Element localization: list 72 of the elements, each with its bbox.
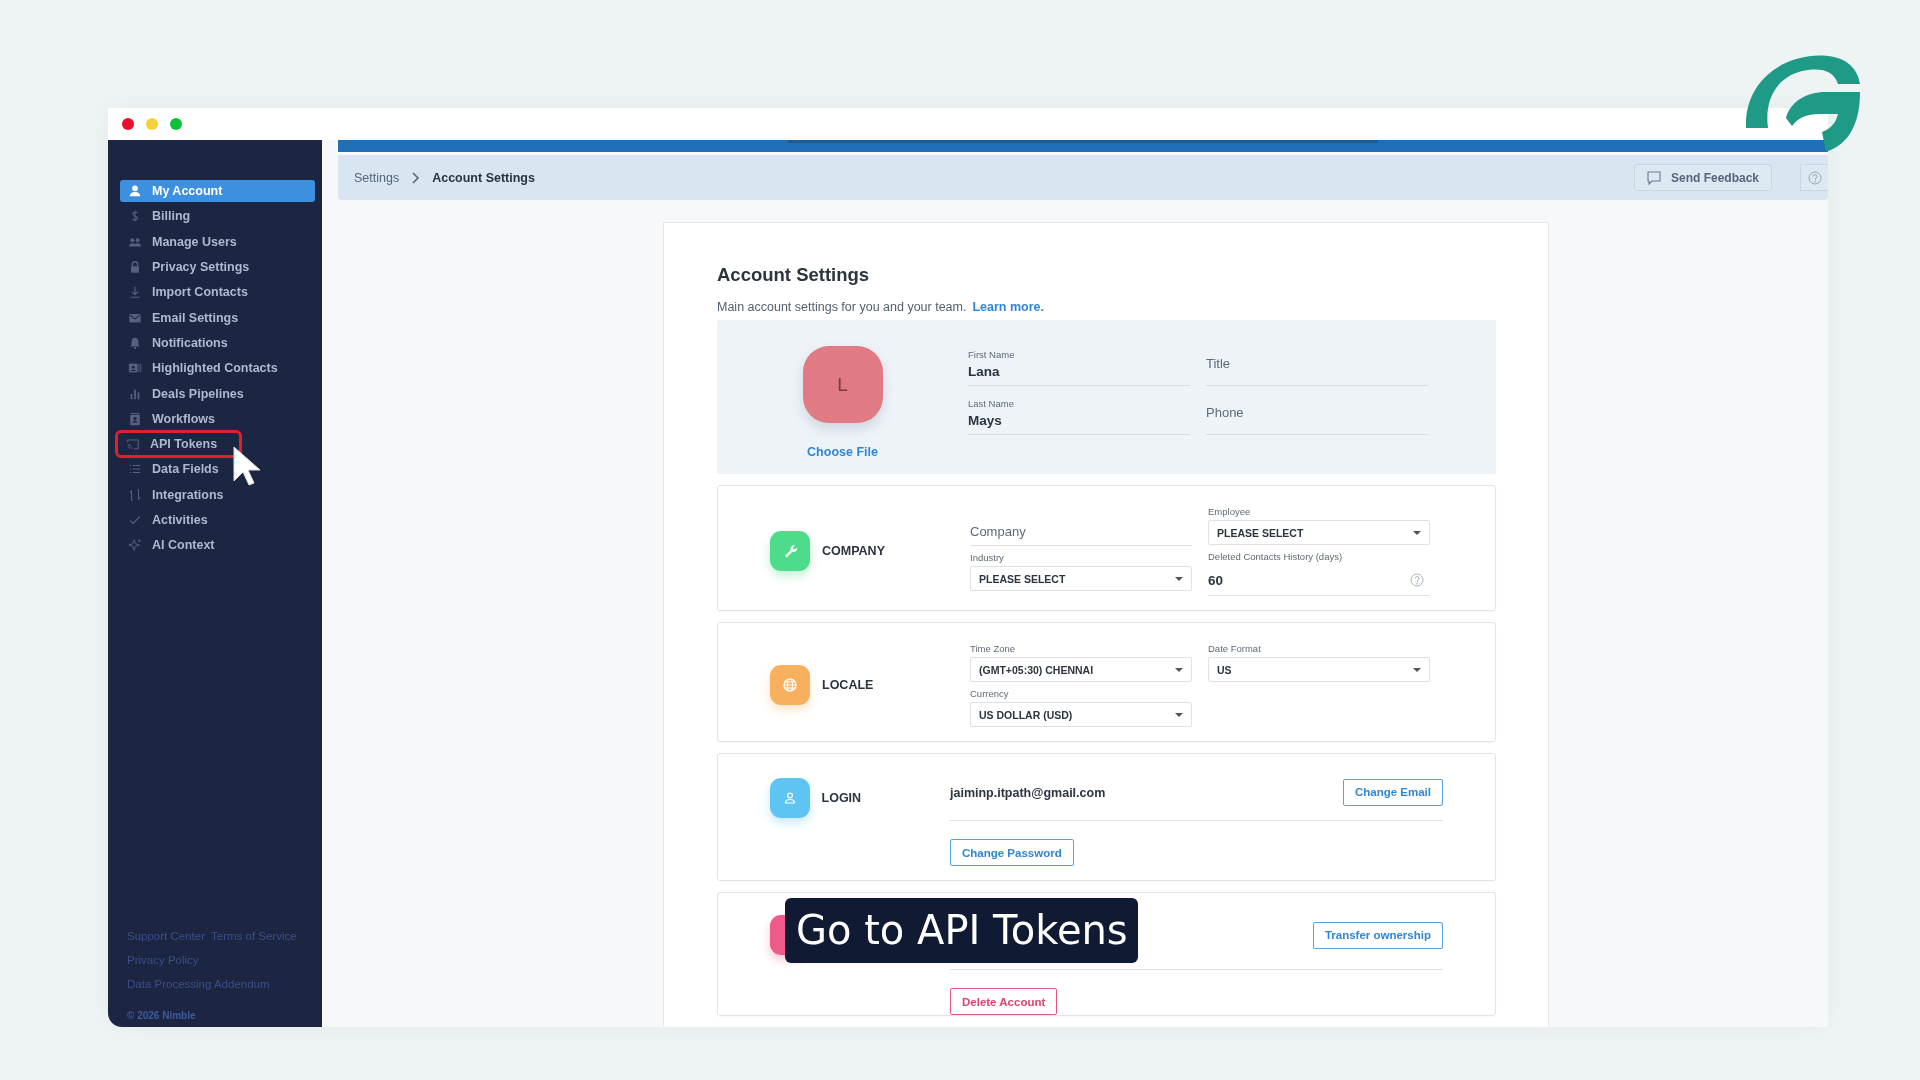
dropdown-arrow-icon bbox=[1413, 667, 1421, 672]
sidebar-item[interactable]: Notifications bbox=[120, 331, 315, 355]
wrench-icon bbox=[782, 543, 798, 559]
select-field[interactable]: PLEASE SELECT bbox=[1208, 520, 1430, 545]
caption-text: Go to API Tokens bbox=[785, 898, 1138, 963]
section-title: LOGIN bbox=[821, 791, 863, 805]
select-field[interactable]: PLEASE SELECT bbox=[970, 566, 1192, 591]
feedback-button[interactable]: Send Feedback bbox=[1633, 164, 1772, 191]
sidebar-item[interactable]: Import Contacts bbox=[120, 281, 315, 304]
sidebar-item[interactable]: Privacy Settings bbox=[120, 255, 315, 279]
field-label: Deleted Contacts History (days) bbox=[1208, 551, 1344, 562]
badge-icon bbox=[128, 411, 142, 426]
globe-icon bbox=[782, 677, 798, 693]
minimize-button[interactable] bbox=[146, 118, 158, 130]
arrows-icon bbox=[128, 487, 142, 502]
sidebar-item[interactable]: Workflows bbox=[120, 407, 315, 430]
field-label: Currency bbox=[970, 688, 1010, 699]
text-field[interactable]: Last Name Mays bbox=[968, 386, 1190, 435]
breadcrumb-item: Account Settings bbox=[432, 170, 535, 185]
close-button[interactable] bbox=[122, 118, 134, 130]
page-description: Main account settings for you and your team. bbox=[717, 300, 967, 314]
section-title: LOCALE bbox=[822, 678, 875, 692]
cast-icon bbox=[126, 437, 140, 452]
email-text: jaiminp.itpath@gmail.com bbox=[950, 786, 1106, 800]
sidebar-item[interactable]: Data Fields bbox=[120, 458, 315, 481]
text-field[interactable]: Phone bbox=[1206, 386, 1428, 435]
sidebar-item[interactable]: Integrations bbox=[120, 483, 315, 506]
dropdown-arrow-icon bbox=[1175, 576, 1183, 581]
dropdown-arrow-icon bbox=[1175, 667, 1183, 672]
sidebar-item[interactable]: Email Settings bbox=[120, 306, 315, 329]
sidebar-item[interactable]: Highlighted Contacts bbox=[120, 357, 315, 380]
text-field[interactable]: Title bbox=[1206, 337, 1428, 386]
copyright-text: © 2026 Nimble bbox=[127, 1010, 197, 1021]
breadcrumb-item[interactable]: Settings bbox=[354, 170, 400, 185]
field-label: Date Format bbox=[1208, 643, 1262, 654]
change-email-button[interactable]: Change Email bbox=[1342, 778, 1443, 806]
check-icon bbox=[128, 513, 142, 527]
text-field[interactable]: First Name Lana bbox=[968, 337, 1190, 386]
chat-icon bbox=[1646, 170, 1661, 185]
text-field[interactable]: Company bbox=[970, 506, 1192, 546]
cursor-icon bbox=[232, 445, 262, 487]
help-button[interactable] bbox=[1800, 164, 1828, 191]
dropdown-arrow-icon bbox=[1413, 530, 1421, 535]
choose-file-link[interactable]: Choose File bbox=[807, 445, 878, 459]
field-label: Time Zone bbox=[970, 643, 1017, 654]
field-label: Industry bbox=[970, 552, 1005, 563]
sidebar-item[interactable]: API Tokens bbox=[118, 432, 240, 456]
maximize-button[interactable] bbox=[170, 118, 182, 130]
page-title: Account Settings bbox=[717, 264, 871, 286]
sidebar-item[interactable]: Deals Pipelines bbox=[120, 382, 315, 405]
help-icon bbox=[1807, 170, 1822, 185]
bell-icon bbox=[128, 335, 142, 350]
sparkle-icon bbox=[128, 538, 142, 553]
transfer-ownership-button[interactable]: Transfer ownership bbox=[1312, 921, 1443, 949]
sidebar-item[interactable]: Billing bbox=[120, 205, 315, 228]
field-label: Employee bbox=[1208, 506, 1252, 517]
select-field[interactable]: US bbox=[1208, 657, 1430, 682]
section-title: COMPANY bbox=[822, 544, 886, 558]
select-field[interactable]: (GMT+05:30) CHENNAI bbox=[970, 657, 1192, 682]
sidebar-item[interactable]: Manage Users bbox=[120, 230, 315, 253]
text-field[interactable]: 60 bbox=[1208, 565, 1430, 596]
learn-more-link[interactable]: Learn more. bbox=[972, 300, 1044, 314]
person-icon bbox=[128, 184, 142, 199]
change-password-button[interactable]: Change Password bbox=[950, 839, 1074, 866]
select-field[interactable]: US DOLLAR (USD) bbox=[970, 702, 1192, 727]
dropdown-arrow-icon bbox=[1175, 712, 1183, 717]
lock-icon bbox=[128, 260, 142, 275]
delete-account-button[interactable]: Delete Account bbox=[950, 988, 1058, 1015]
sidebar-item[interactable]: Activities bbox=[120, 508, 315, 532]
sidebar-item[interactable]: AI Context bbox=[120, 534, 315, 557]
download-icon bbox=[128, 285, 142, 300]
chevron-right-icon bbox=[411, 171, 421, 184]
